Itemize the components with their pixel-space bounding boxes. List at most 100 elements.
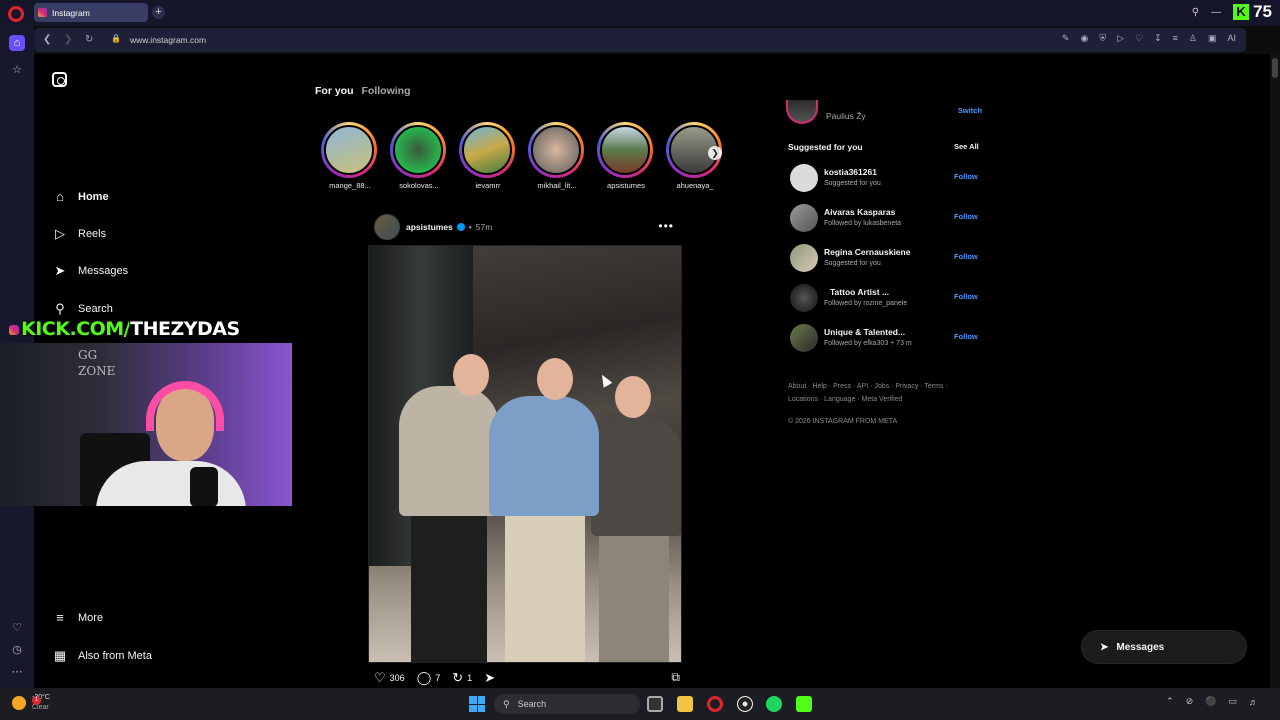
network-off-icon[interactable]: ⊘ xyxy=(1186,696,1194,707)
suggestion-avatar[interactable] xyxy=(790,204,818,232)
heart-icon[interactable]: ♡ xyxy=(1135,33,1143,44)
suggestion-name[interactable]: kostia361261 xyxy=(824,167,877,177)
cube-icon[interactable]: ▣ xyxy=(1208,33,1217,44)
mic-icon[interactable]: ⚫ xyxy=(1205,696,1216,707)
like-button[interactable]: ♡ 306 xyxy=(374,670,405,686)
spotify-icon[interactable] xyxy=(766,696,782,712)
switch-account-link[interactable]: Switch xyxy=(958,106,982,115)
story-item[interactable]: mange_88... xyxy=(321,122,379,190)
share-button[interactable]: ➤ xyxy=(484,670,495,686)
follow-button[interactable]: Follow xyxy=(954,292,978,301)
page-scrollbar[interactable] xyxy=(1270,54,1280,688)
follow-button[interactable]: Follow xyxy=(954,252,978,261)
post-image[interactable] xyxy=(368,245,682,663)
browser-tab-instagram[interactable]: Instagram xyxy=(34,3,148,22)
opera-star-icon[interactable]: ☆ xyxy=(9,62,25,78)
nav-messages[interactable]: ➤ Messages xyxy=(52,263,129,279)
reload-icon[interactable]: ↻ xyxy=(85,34,93,45)
follow-button[interactable]: Follow xyxy=(954,172,978,181)
opera-home-icon[interactable]: ⌂ xyxy=(9,35,25,51)
opera-history-icon[interactable]: ◷ xyxy=(9,642,25,658)
follow-button[interactable]: Follow xyxy=(954,332,978,341)
save-bookmark-icon[interactable]: ⧉ xyxy=(671,670,680,685)
suggestion-item: Unique & Talented... Followed by efka303… xyxy=(790,324,980,352)
see-all-link[interactable]: See All xyxy=(954,142,979,151)
suggestion-name[interactable]: Unique & Talented... xyxy=(824,327,905,337)
menu-icon[interactable]: ≡ xyxy=(1173,33,1178,44)
notification-badge: 1 xyxy=(32,696,41,705)
app-icon[interactable] xyxy=(796,696,812,712)
volume-icon[interactable]: ♬ xyxy=(1249,697,1258,707)
nav-search[interactable]: ⚲ Search xyxy=(52,301,113,317)
tray-chevron-icon[interactable]: ⌃ xyxy=(1166,696,1174,707)
edit-icon[interactable]: ✎ xyxy=(1062,33,1070,44)
microphone xyxy=(190,467,218,506)
nav-home-label: Home xyxy=(78,191,109,203)
task-view-icon[interactable] xyxy=(647,696,663,712)
tab-for-you[interactable]: For you xyxy=(315,85,354,97)
story-avatar xyxy=(597,122,653,178)
suggestion-item: Aivaras Kasparas Followed by lukasbeneta… xyxy=(790,204,980,232)
stories-next-icon[interactable]: ❯ xyxy=(708,146,722,160)
comment-button[interactable]: ◯ 7 xyxy=(417,670,441,686)
tab-following[interactable]: Following xyxy=(362,85,411,97)
display-icon[interactable]: ▭ xyxy=(1228,696,1237,707)
suggested-heading: Suggested for you xyxy=(788,142,863,152)
suggestion-avatar[interactable] xyxy=(790,284,818,312)
footer-links-line[interactable]: Locations · Language · Meta Verified xyxy=(788,393,978,406)
play-icon[interactable]: ▷ xyxy=(1117,33,1124,44)
repost-button[interactable]: ↻ 1 xyxy=(452,670,472,686)
story-avatar xyxy=(390,122,446,178)
instagram-logo-icon[interactable] xyxy=(52,72,67,87)
suggestion-avatar[interactable] xyxy=(790,244,818,272)
scrollbar-thumb[interactable] xyxy=(1272,58,1278,78)
file-explorer-icon[interactable] xyxy=(677,696,693,712)
forward-icon[interactable]: ❯ xyxy=(64,34,72,45)
opera-heart-icon[interactable]: ♡ xyxy=(9,620,25,636)
shield-icon[interactable]: ⛨ xyxy=(1099,33,1106,44)
suggestion-avatar[interactable] xyxy=(790,164,818,192)
current-account-avatar[interactable] xyxy=(786,100,818,124)
footer-links-line[interactable]: About · Help · Press · API · Jobs · Priv… xyxy=(788,380,978,393)
story-avatar xyxy=(528,122,584,178)
new-tab-button[interactable]: + xyxy=(152,6,165,19)
taskbar-search[interactable]: ⚲ Search xyxy=(494,694,640,714)
post-username[interactable]: apsistumes xyxy=(406,222,453,232)
suggestion-name[interactable]: Aivaras Kasparas xyxy=(824,207,895,217)
back-icon[interactable]: ❮ xyxy=(43,34,51,45)
opera-taskbar-icon[interactable] xyxy=(707,696,723,712)
lock-icon[interactable]: 🔒 xyxy=(111,34,121,43)
comment-count: 7 xyxy=(435,673,441,683)
ai-button[interactable]: AI xyxy=(1227,33,1236,44)
story-username: mikhail_lit... xyxy=(537,181,577,190)
opera-logo-icon[interactable] xyxy=(8,6,24,22)
download-icon[interactable]: ↧ xyxy=(1154,33,1162,44)
story-item[interactable]: mikhail_lit... xyxy=(528,122,586,190)
story-item[interactable]: sokolovas... xyxy=(390,122,448,190)
follow-button[interactable]: Follow xyxy=(954,212,978,221)
messages-floating-button[interactable]: ➤ Messages xyxy=(1081,630,1247,664)
post-author-avatar[interactable] xyxy=(374,214,400,240)
nav-reels[interactable]: ▷ Reels xyxy=(52,226,106,242)
opera-more-icon[interactable]: ⋯ xyxy=(9,664,25,680)
heart-icon: ♡ xyxy=(374,670,386,685)
tab-search-icon[interactable]: ⚲ xyxy=(1192,7,1199,18)
suggestion-name[interactable]: Regina Cernauskiene xyxy=(824,247,910,257)
minimize-button[interactable]: — xyxy=(1211,7,1221,18)
post-actions: ♡ 306 ◯ 7 ↻ 1 ➤ ⧉ xyxy=(374,670,680,686)
camera-icon[interactable]: ◉ xyxy=(1080,33,1088,44)
story-item[interactable]: ievamrr xyxy=(459,122,517,190)
post-options-icon[interactable]: ••• xyxy=(658,219,674,233)
windows-start-icon[interactable] xyxy=(469,696,485,712)
url-text[interactable]: www.instagram.com xyxy=(130,35,206,45)
profile-icon[interactable]: ♙ xyxy=(1189,33,1197,44)
nav-also-from-meta[interactable]: ▦ Also from Meta xyxy=(52,648,152,664)
weather-widget[interactable]: 1 -20°C Clear xyxy=(12,693,50,713)
story-item[interactable]: apsistumes xyxy=(597,122,655,190)
suggestion-name[interactable]: Tattoo Artist ... xyxy=(830,287,889,297)
verified-badge-icon xyxy=(456,223,465,231)
nav-more[interactable]: ≡ More xyxy=(52,610,103,626)
obs-icon[interactable] xyxy=(737,696,753,712)
nav-home[interactable]: ⌂ Home xyxy=(52,189,109,205)
suggestion-avatar[interactable] xyxy=(790,324,818,352)
